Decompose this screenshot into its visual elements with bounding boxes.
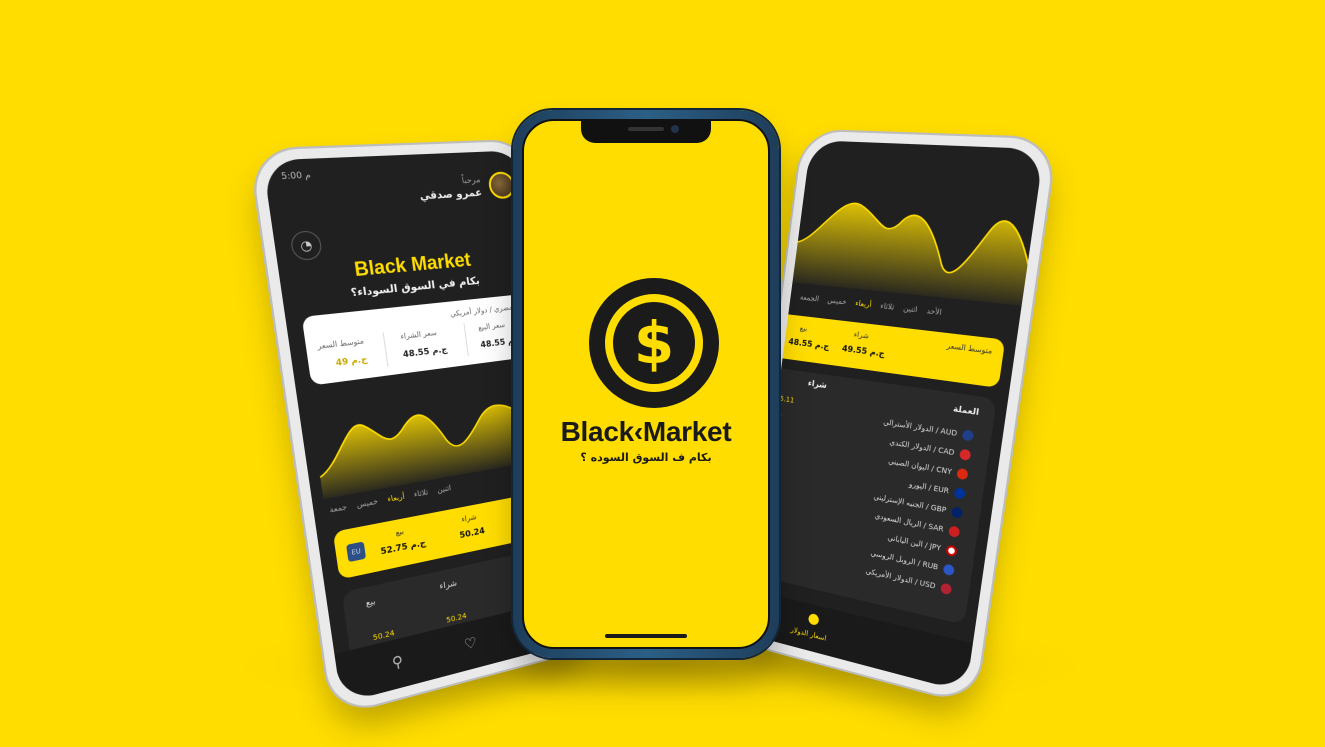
status-time: 5:00 م [280,169,312,182]
buy-label: سعر الشراء [399,328,438,342]
splash-screen: $ Black‹Market بكام ف السوق السوده ؟ [522,119,770,649]
eur-flag-icon [953,486,966,500]
camera-icon [671,125,679,133]
buy-value: 48.55 ج.م [787,336,830,352]
notch [581,121,711,143]
table-col-buy: شراء [438,578,458,592]
brand-name: Black‹Market [560,416,732,447]
day-tab[interactable]: اثنين [437,484,452,495]
buy-label: شراء [461,512,478,524]
sell-label: شراء [853,330,870,341]
coin-face: $ [613,302,695,384]
divider [382,332,389,367]
center-phone: $ Black‹Market بكام ف السوق السوده ؟ [513,110,779,658]
sar-flag-icon [948,525,961,539]
avg-label: متوسط السعر [946,341,993,356]
tagline: بكام ف السوق السوده ؟ [580,451,712,464]
dollar-nav-icon[interactable]: ● [807,610,821,629]
notification-button[interactable]: ◔ [289,229,324,262]
dollar-symbol: $ [633,309,675,377]
buy-value: 50.24 [458,525,486,541]
list-col: شراء [807,378,828,391]
avg-label: متوسط السعر [316,336,365,352]
bell-icon: ◔ [299,237,314,254]
price-chart [792,181,1044,307]
right-phone: الجمعة خميس أربعاء ثلاثاء اثنين الأحد مت… [737,130,1057,705]
buy-label: بيع [799,323,808,333]
day-tab[interactable]: أربعاء [855,299,872,309]
aud-flag-icon [961,429,975,442]
table-col-sell: بيع [365,596,377,608]
sell-label: بيع [394,527,405,538]
mockup-stage: 5:00 م مرحباً عمرو صدقي ◔ Black Market ب… [0,0,1325,747]
sell-value: 52.75 ج.م [379,537,427,557]
divider [463,323,469,357]
user-icon[interactable]: ⚲ [391,653,404,672]
day-tab[interactable]: اثنين [903,304,918,314]
day-selector[interactable]: الجمعة خميس أربعاء ثلاثاء اثنين الأحد [800,293,943,317]
avg-value: 49 ج.م [335,354,368,368]
nav-label[interactable]: اسعار الدولار [790,626,827,643]
sell-value: 49.55 ج.م [841,343,886,359]
rub-flag-icon [942,563,955,577]
heart-icon[interactable]: ♡ [463,635,478,654]
avatar[interactable] [487,171,516,200]
buy-value: 48.55 ج.م [402,344,448,360]
usd-flag-icon [939,582,953,596]
day-tab[interactable]: خميس [356,497,378,509]
day-tab[interactable]: جمعة [329,503,348,515]
cad-flag-icon [958,448,972,462]
day-tab[interactable]: الجمعة [800,293,820,303]
day-tab[interactable]: الأحد [926,307,942,317]
dollar-coin-icon: $ [589,278,719,408]
right-phone-screen: الجمعة خميس أربعاء ثلاثاء اثنين الأحد مت… [746,140,1045,693]
user-name: عمرو صدقي [418,187,483,203]
currency-name: اليورو / EUR [908,479,950,496]
day-tab[interactable]: خميس [827,296,847,306]
day-tab[interactable]: ثلاثاء [880,302,895,312]
currency-list: العملة شراء 25.11 50 60 الدولار الأسترال… [746,367,997,625]
jpy-flag-icon [945,544,958,558]
list-header: العملة [952,403,980,418]
cny-flag-icon [956,467,969,481]
day-tab[interactable]: أربعاء [387,492,405,504]
currency-name: الدولار الكندي / CAD [889,438,955,458]
sell-label: سعر البيع [477,320,506,333]
speaker [628,127,664,131]
day-tab[interactable]: ثلاثاء [413,488,428,499]
eu-flag-icon: EU [346,541,367,563]
gbp-flag-icon [950,506,964,519]
greeting-text: مرحباً [461,174,481,186]
home-indicator[interactable] [605,634,687,638]
